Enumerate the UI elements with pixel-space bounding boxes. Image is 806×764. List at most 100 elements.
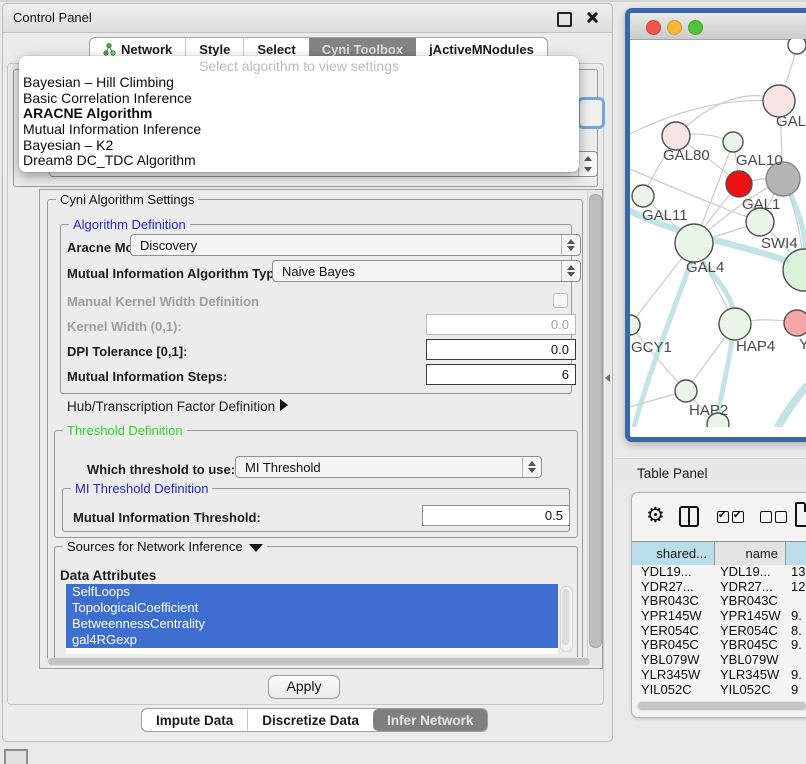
sources-title-text: Sources for Network Inference [67, 539, 243, 554]
sources-collapse-icon[interactable] [249, 544, 263, 552]
hub-expander-icon[interactable] [280, 399, 288, 411]
tab-discretize-data[interactable]: Discretize Data [247, 709, 373, 731]
data-attributes-list[interactable]: SelfLoops TopologicalCoefficient Between… [66, 584, 558, 654]
attributes-scrollbar[interactable] [560, 586, 573, 652]
cell: 8. [785, 624, 806, 639]
node-gal4[interactable] [675, 224, 713, 262]
table-row[interactable]: YBR043C YBR043C [632, 594, 806, 609]
export-table-icon[interactable] [795, 502, 806, 527]
dpi-tolerance-label: DPI Tolerance [0,1]: [67, 344, 187, 359]
table-hscrollbar-thumb[interactable] [638, 702, 806, 710]
aracne-mode-value: Discovery [140, 238, 197, 253]
cell: YDL19... [714, 565, 785, 580]
table-row[interactable]: YIL052C YIL052C 9 [632, 683, 806, 696]
tab-impute-data-label: Impute Data [156, 713, 233, 728]
tab-infer-network[interactable]: Infer Network [373, 709, 487, 731]
gear-icon[interactable] [646, 505, 668, 527]
attributes-scrollbar-thumb[interactable] [562, 589, 569, 645]
tab-cyni-toolbox-label: Cyni Toolbox [322, 42, 403, 57]
cell: YER054C [714, 624, 785, 639]
table-body[interactable]: YDL19... YDL19... 13 YDR27... YDR27... 1… [632, 565, 806, 695]
table-header-row: shared... name [632, 541, 806, 566]
attr-selfloops[interactable]: SelfLoops [66, 584, 558, 600]
select-all-icon-2[interactable] [732, 511, 744, 523]
attr-topologicalcoefficient[interactable]: TopologicalCoefficient [66, 600, 558, 616]
cell: 9. [785, 638, 806, 653]
attr-gal4rgexp[interactable]: gal4RGexp [66, 632, 558, 648]
option-dream8[interactable]: Dream8 DC_TDC Algorithm [19, 153, 579, 169]
mi-steps-label: Mutual Information Steps: [67, 369, 227, 384]
zoom-traffic-light[interactable] [688, 20, 703, 35]
dpi-tolerance-field[interactable]: 0.0 [426, 339, 576, 360]
node-hap4[interactable] [719, 308, 751, 340]
table-row[interactable]: YBL079W YBL079W [632, 653, 806, 668]
option-bayesian-k2[interactable]: Bayesian – K2 [19, 138, 579, 154]
top-border [0, 0, 806, 2]
column-header-cut[interactable] [785, 542, 806, 565]
network-canvas[interactable]: GAL GAL80 GAL10 GAL11 GAL1 SWI4 GAL4 GCY… [630, 39, 806, 427]
control-panel-titlebar: Control Panel [3, 4, 612, 33]
mi-steps-field[interactable]: 6 [426, 364, 576, 385]
cell: YPR145W [714, 609, 785, 624]
table-row[interactable]: YDL19... YDL19... 13 [632, 565, 806, 580]
which-threshold-combo[interactable]: MI Threshold [235, 456, 542, 478]
attr-betweennesscentrality[interactable]: BetweennessCentrality [66, 616, 558, 632]
table-panel-title: Table Panel [637, 466, 708, 481]
node-green-top[interactable] [723, 132, 743, 152]
node-gal10-red[interactable] [726, 171, 752, 197]
cell: YBR045C [714, 638, 785, 653]
node-gal80[interactable] [662, 122, 690, 150]
column-header-name[interactable]: name [714, 542, 785, 565]
tab-style-label: Style [199, 42, 230, 57]
cell: YER054C [632, 624, 714, 639]
settings-scrollbar-thumb[interactable] [589, 194, 602, 648]
split-columns-icon[interactable] [679, 506, 699, 527]
minimize-traffic-light[interactable] [667, 20, 682, 35]
network-nodes[interactable] [630, 39, 806, 427]
label-gal1: GAL1 [742, 196, 780, 213]
option-aracne[interactable]: ARACNE Algorithm [19, 106, 579, 122]
node-gal11[interactable] [632, 185, 654, 207]
algorithm-definition-title: Algorithm Definition [69, 217, 190, 232]
combo-stepper-icon [578, 152, 597, 176]
option-mutual-information[interactable]: Mutual Information Inference [19, 122, 579, 138]
float-window-icon[interactable] [557, 12, 572, 27]
apply-button[interactable]: Apply [268, 675, 340, 699]
kernel-width-field[interactable]: 0.0 [426, 314, 576, 335]
table-row[interactable]: YPR145W YPR145W 9. [632, 609, 806, 624]
aracne-mode-combo[interactable]: Discovery [130, 234, 581, 256]
node-gcy1[interactable] [630, 315, 640, 335]
select-all-icon[interactable] [717, 511, 729, 523]
node-hap2[interactable] [675, 380, 697, 402]
node-big-green[interactable] [783, 249, 806, 291]
table-row[interactable]: YER054C YER054C 8. [632, 624, 806, 639]
deselect-all-icon[interactable] [760, 511, 772, 523]
table-row[interactable]: YBR045C YBR045C 9. [632, 638, 806, 653]
mi-type-combo[interactable]: Naive Bayes [272, 260, 581, 282]
option-bayesian-hill-climbing[interactable]: Bayesian – Hill Climbing [19, 75, 579, 91]
option-basic-correlation[interactable]: Basic Correlation Inference [19, 91, 579, 107]
cyni-algorithm-settings-title: Cyni Algorithm Settings [56, 192, 198, 207]
settings-scrollbar[interactable] [587, 191, 601, 665]
manual-kernel-width-checkbox[interactable] [553, 293, 568, 308]
label-gal11: GAL11 [642, 207, 688, 224]
label-y-cut: Y [799, 336, 806, 353]
mi-threshold-field[interactable]: 0.5 [422, 505, 570, 526]
settings-hscrollbar[interactable] [46, 657, 592, 666]
splitter-collapse-icon[interactable] [605, 374, 610, 382]
table-row[interactable]: YDR27... YDR27... 12 [632, 580, 806, 595]
deselect-all-icon-2[interactable] [775, 511, 787, 523]
column-header-shared[interactable]: shared... [632, 542, 714, 565]
node-salmon[interactable] [784, 310, 806, 336]
cell: 9. [785, 668, 806, 683]
tab-impute-data[interactable]: Impute Data [142, 709, 247, 731]
close-traffic-light[interactable] [646, 20, 661, 35]
node-top-cut[interactable] [788, 39, 806, 54]
table-hscrollbar[interactable] [636, 701, 806, 711]
table-panel-titlebar: Table Panel [615, 458, 806, 487]
table-row[interactable]: YLR345W YLR345W 9. [632, 668, 806, 683]
close-icon[interactable] [585, 11, 598, 24]
cell: YBR045C [632, 638, 714, 653]
settings-hscrollbar-thumb[interactable] [48, 658, 590, 665]
network-window-titlebar[interactable] [630, 13, 806, 40]
